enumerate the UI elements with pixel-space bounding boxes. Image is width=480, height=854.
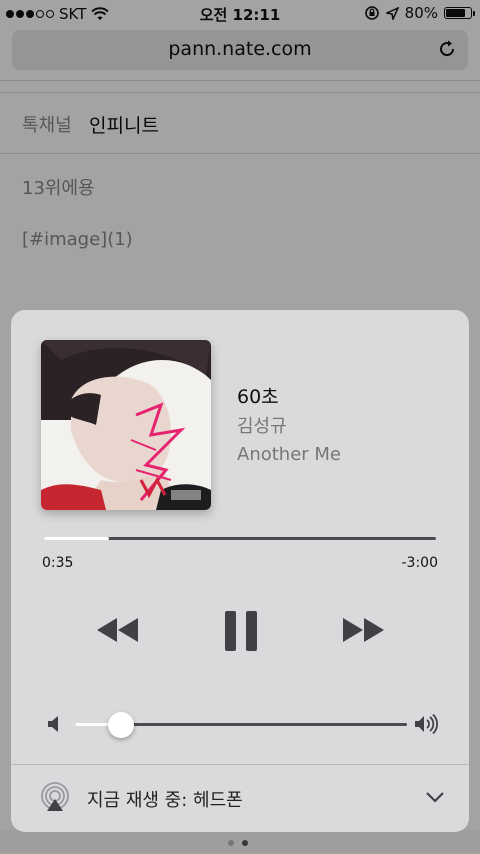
volume-low-icon (48, 716, 58, 732)
now-playing-panel: 60초 김성규 Another Me 0:35 -3:00 지금 재생 중: 헤 (11, 310, 469, 832)
progress-fill (44, 537, 110, 540)
song-title[interactable]: 60초 (237, 382, 279, 409)
progress-scrubber[interactable] (44, 537, 436, 540)
song-artist[interactable]: 김성규 (237, 412, 287, 438)
output-divider (11, 764, 469, 765)
time-remaining: -3:00 (401, 555, 439, 571)
pause-icon[interactable] (223, 609, 259, 653)
output-device-label[interactable]: 지금 재생 중: 헤드폰 (87, 786, 243, 812)
album-art (41, 340, 211, 510)
fast-forward-icon[interactable] (340, 615, 386, 645)
volume-knob[interactable] (108, 712, 135, 738)
time-elapsed: 0:35 (42, 555, 74, 571)
volume-high-icon (415, 714, 439, 734)
chevron-down-icon[interactable] (425, 790, 445, 804)
album-cover-image (41, 340, 211, 510)
airplay-icon[interactable] (39, 781, 71, 813)
rewind-icon[interactable] (95, 615, 141, 645)
song-album[interactable]: Another Me (237, 444, 341, 465)
